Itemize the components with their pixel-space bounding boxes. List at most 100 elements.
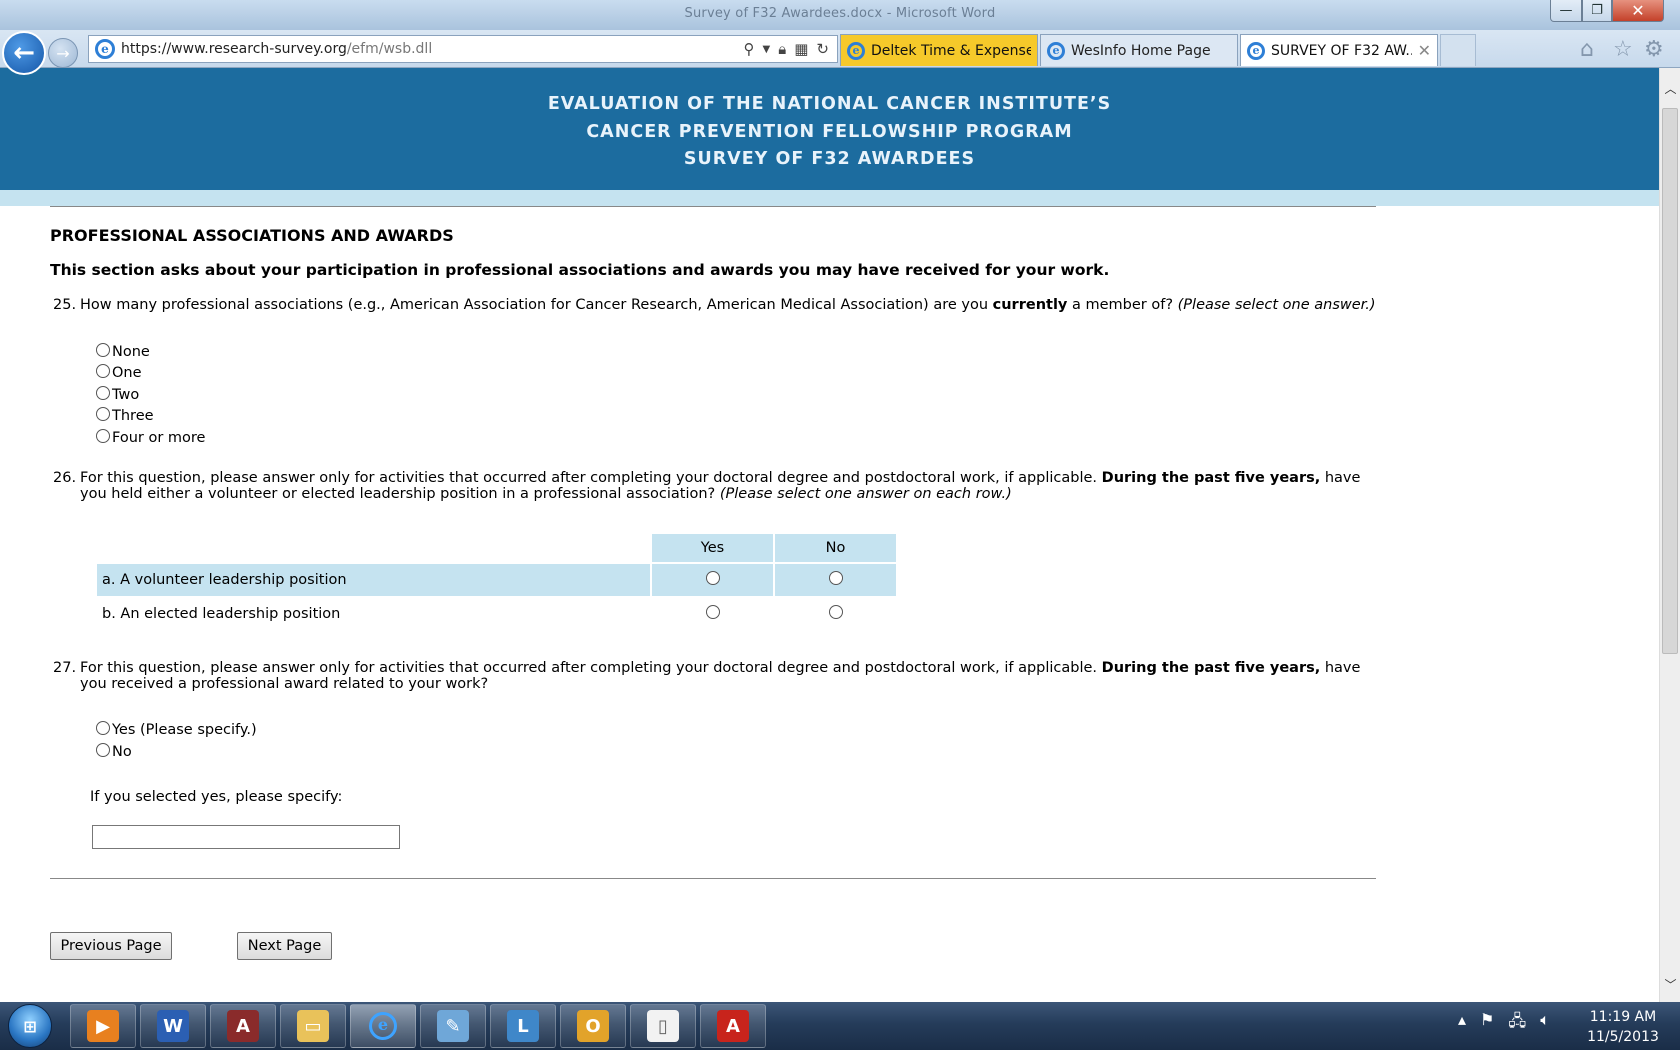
tab-wesinfo[interactable]: e WesInfo Home Page — [1040, 34, 1238, 66]
word-icon: W — [157, 1010, 189, 1042]
taskbar-document[interactable]: ▯ — [630, 1004, 696, 1048]
grid-header-yes: Yes — [652, 533, 773, 562]
notepad-icon: ✎ — [437, 1010, 469, 1042]
windows-logo-icon: ⊞ — [23, 1016, 37, 1036]
radio-button[interactable] — [828, 570, 843, 585]
folder-icon: ▭ — [297, 1010, 329, 1042]
grid-header-row: Yes No — [97, 533, 896, 562]
option-two[interactable]: Two — [96, 384, 1376, 406]
tab-survey[interactable]: e SURVEY OF F32 AW... ✕ — [1240, 34, 1438, 66]
window-title: Survey of F32 Awardees.docx - Microsoft … — [684, 6, 996, 21]
radio-button[interactable] — [705, 604, 720, 619]
acrobat-icon: A — [227, 1010, 259, 1042]
radio-button[interactable] — [96, 364, 110, 379]
scroll-down-arrow-icon[interactable]: ﹀ — [1660, 976, 1680, 996]
back-button[interactable]: ← — [2, 31, 46, 75]
option-three[interactable]: Three — [96, 406, 1376, 428]
favorites-star-icon[interactable]: ☆ — [1613, 37, 1633, 62]
radio-button[interactable] — [96, 428, 110, 443]
grid-header-blank — [97, 534, 650, 562]
taskbar-acrobat[interactable]: A — [210, 1004, 276, 1048]
close-tab-icon[interactable]: ✕ — [1418, 41, 1431, 60]
address-bar[interactable]: e https://www.research-survey.org/efm/ws… — [88, 35, 838, 63]
question-text-emphasis: During the past five years, — [1101, 469, 1321, 486]
radio-button[interactable] — [96, 742, 110, 757]
option-label: Three — [112, 408, 154, 425]
clock-time: 11:19 AM — [1589, 1009, 1657, 1025]
survey-banner: EVALUATION OF THE NATIONAL CANCER INSTIT… — [0, 68, 1659, 190]
url-text[interactable]: https://www.research-survey.org/efm/wsb.… — [121, 41, 744, 57]
lock-icon[interactable]: 🔒︎ — [778, 40, 786, 58]
network-icon[interactable]: 🖧︎ — [1508, 1010, 1526, 1037]
divider-bottom — [50, 877, 1376, 879]
question-number: 26. — [53, 469, 77, 486]
radio-button[interactable] — [96, 342, 110, 357]
pdf-icon: A — [717, 1010, 749, 1042]
question-26: 26. For this question, please answer onl… — [50, 470, 1376, 502]
close-window-button[interactable]: ✕ — [1612, 0, 1664, 22]
option-none[interactable]: None — [96, 341, 1376, 363]
new-tab-button[interactable] — [1440, 34, 1476, 66]
radio-button[interactable] — [96, 407, 110, 422]
taskbar-outlook[interactable]: O — [560, 1004, 626, 1048]
tab-label: Deltek Time & Expense... — [871, 42, 1031, 59]
refresh-icon[interactable]: ↻ — [816, 40, 829, 58]
ie-logo-icon: e — [369, 1012, 397, 1040]
start-button[interactable]: ⊞ — [8, 1004, 52, 1048]
question-27: 27. For this question, please answer onl… — [50, 660, 1376, 692]
url-host: https://www.research-survey.org — [121, 41, 347, 57]
action-center-flag-icon[interactable]: ⚑ — [1480, 1010, 1494, 1037]
tab-deltek[interactable]: e Deltek Time & Expense... — [840, 34, 1038, 66]
grid-header-no: No — [775, 533, 896, 562]
dropdown-icon[interactable]: ▼ — [763, 44, 771, 55]
banner-stripe — [0, 190, 1659, 206]
home-icon[interactable]: ⌂ — [1580, 37, 1594, 62]
tray-expand-icon[interactable]: ▴ — [1458, 1010, 1466, 1037]
taskbar-explorer[interactable]: ▭ — [280, 1004, 346, 1048]
question-number: 25. — [53, 297, 77, 313]
maximize-button[interactable]: ❐ — [1582, 0, 1612, 22]
scroll-thumb[interactable] — [1662, 108, 1678, 654]
search-icon[interactable]: ⚲ — [744, 40, 755, 58]
forward-button[interactable]: → — [48, 38, 78, 68]
question-text: How many professional associations (e.g.… — [80, 297, 1376, 313]
taskbar-notepad[interactable]: ✎ — [420, 1004, 486, 1048]
taskbar-pdf[interactable]: A — [700, 1004, 766, 1048]
next-page-button[interactable]: Next Page — [237, 932, 332, 960]
grid-cell-no[interactable] — [775, 563, 896, 596]
option-label: None — [112, 343, 150, 360]
grid-row-volunteer: a. A volunteer leadership position — [97, 563, 896, 596]
scroll-up-arrow-icon[interactable]: ︿ — [1660, 80, 1680, 100]
option-yes-specify[interactable]: Yes (Please specify.) — [96, 720, 1376, 742]
option-label: No — [112, 743, 132, 760]
radio-button[interactable] — [828, 604, 843, 619]
ie-icon: e — [367, 1010, 399, 1042]
page-viewport: EVALUATION OF THE NATIONAL CANCER INSTIT… — [0, 68, 1659, 1002]
radio-button[interactable] — [96, 721, 110, 736]
minimize-button[interactable]: — — [1550, 0, 1582, 22]
specify-award-input[interactable] — [92, 824, 400, 849]
radio-button[interactable] — [96, 385, 110, 400]
previous-page-button[interactable]: Previous Page — [50, 932, 172, 960]
section-title: PROFESSIONAL ASSOCIATIONS AND AWARDS — [50, 226, 454, 245]
taskbar-media-player[interactable]: ▶ — [70, 1004, 136, 1048]
grid-cell-no[interactable] — [775, 598, 896, 630]
taskbar-clock[interactable]: 11:19 AM 11/5/2013 — [1578, 1007, 1668, 1047]
vertical-scrollbar[interactable]: ︿ ﹀ — [1659, 68, 1680, 1002]
question-text: For this question, please answer only fo… — [80, 660, 1376, 692]
compat-view-icon[interactable]: ▦ — [794, 40, 808, 58]
taskbar-ie[interactable]: e — [350, 1004, 416, 1048]
volume-icon[interactable]: 🔈︎ — [1540, 1010, 1550, 1037]
banner-line-1: EVALUATION OF THE NATIONAL CANCER INSTIT… — [547, 94, 1112, 114]
taskbar-word[interactable]: W — [140, 1004, 206, 1048]
gear-icon[interactable]: ⚙ — [1644, 37, 1664, 62]
grid-cell-yes[interactable] — [652, 563, 773, 596]
option-no[interactable]: No — [96, 741, 1376, 763]
radio-button[interactable] — [705, 570, 720, 585]
grid-cell-yes[interactable] — [652, 598, 773, 630]
taskbar-lync[interactable]: L — [490, 1004, 556, 1048]
option-one[interactable]: One — [96, 363, 1376, 385]
option-four-or-more[interactable]: Four or more — [96, 427, 1376, 449]
q27-options: Yes (Please specify.) No — [96, 720, 1376, 763]
outlook-icon: O — [577, 1010, 609, 1042]
